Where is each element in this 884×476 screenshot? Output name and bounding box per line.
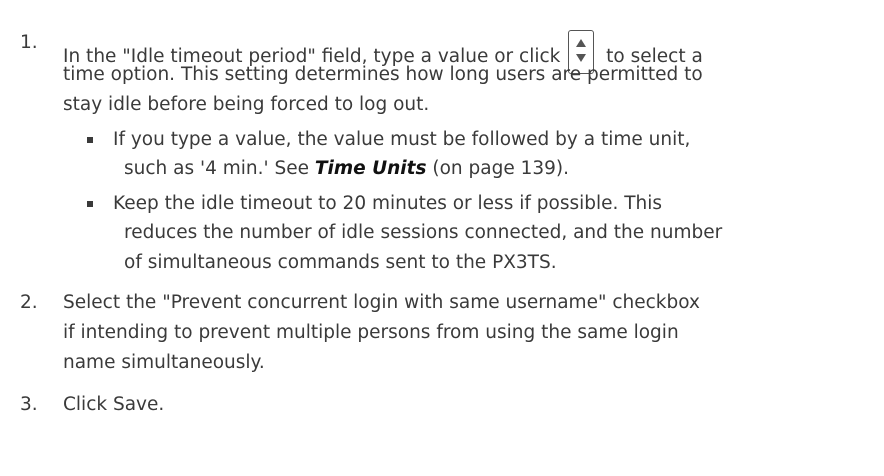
step-1-line-3: stay idle before being forced to log out… [63, 94, 430, 115]
bullet-1-text-before-link: such as '4 min.' See [124, 158, 315, 179]
step-2-line-3: name simultaneously. [63, 352, 265, 373]
bullet-1-line-2: such as '4 min.' See Time Units (on page… [124, 156, 569, 182]
bullet-2-line-2: reduces the number of idle sessions conn… [124, 222, 723, 243]
step-number-2: 2. [20, 292, 38, 313]
bullet-1-text-after-link: (on page 139). [426, 158, 570, 179]
step-2-line-2: if intending to prevent multiple persons… [63, 322, 679, 343]
step-number-1: 1. [20, 32, 38, 53]
bullet-2-line-1: Keep the idle timeout to 20 minutes or l… [113, 193, 663, 214]
step-number-3: 3. [20, 394, 38, 415]
bullet-1-line-1: If you type a value, the value must be f… [113, 129, 691, 150]
bullet-marker [87, 137, 93, 143]
step-2-line-1: Select the "Prevent concurrent login wit… [63, 292, 700, 313]
time-units-link[interactable]: Time Units [315, 158, 427, 179]
bullet-marker [87, 201, 93, 207]
step-3-line-1: Click Save. [63, 394, 165, 415]
step-1-line-2: time option. This setting determines how… [63, 64, 703, 85]
bullet-2-line-3: of simultaneous commands sent to the PX3… [124, 252, 557, 273]
